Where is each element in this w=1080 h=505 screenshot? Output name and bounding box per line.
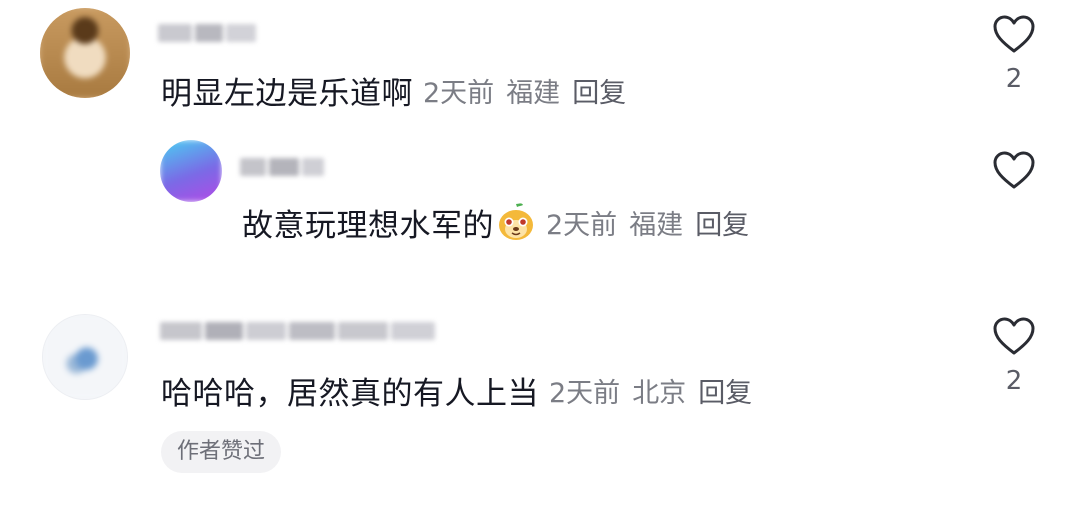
comment-item: 明显左边是乐道啊 2天前 福建 回复 2 (0, 0, 1080, 130)
reply-button[interactable]: 回复 (572, 71, 626, 110)
comment-text: 哈哈哈，居然真的有人上当 (161, 375, 539, 412)
comment-location: 福建 (506, 77, 561, 109)
avatar[interactable] (42, 314, 128, 400)
reply-button[interactable]: 回复 (698, 371, 752, 410)
like-control[interactable]: 2 (984, 14, 1044, 94)
reply-button[interactable]: 回复 (695, 203, 749, 242)
comment-location: 北京 (632, 377, 687, 409)
cartoon-face-emoji (496, 202, 536, 242)
like-count: 2 (1005, 366, 1023, 396)
username-blurred[interactable] (160, 322, 445, 344)
avatar[interactable] (160, 140, 222, 202)
comment-text: 明显左边是乐道啊 (161, 75, 413, 112)
like-control[interactable]: 2 (984, 316, 1044, 396)
comment-time: 2天前 (423, 77, 495, 109)
comment-time: 2天前 (546, 209, 618, 241)
like-control[interactable] (984, 150, 1044, 200)
reply-comment-item: 故意玩理想水军的 2天前 福建 回复 (0, 130, 1080, 280)
comment-time: 2天前 (549, 377, 621, 409)
comment-item: 哈哈哈，居然真的有人上当 2天前 北京 回复 2 (0, 300, 1080, 505)
username-blurred[interactable] (240, 158, 335, 180)
username-blurred[interactable] (158, 24, 268, 46)
comment-location: 福建 (629, 209, 684, 241)
author-liked-badge: 作者赞过 (161, 431, 282, 473)
comment-text: 故意玩理想水军的 (242, 207, 494, 244)
heart-outline-icon[interactable] (992, 14, 1036, 54)
heart-outline-icon[interactable] (992, 150, 1036, 190)
like-count: 2 (1005, 64, 1023, 94)
heart-outline-icon[interactable] (992, 316, 1036, 356)
avatar[interactable] (40, 8, 130, 98)
